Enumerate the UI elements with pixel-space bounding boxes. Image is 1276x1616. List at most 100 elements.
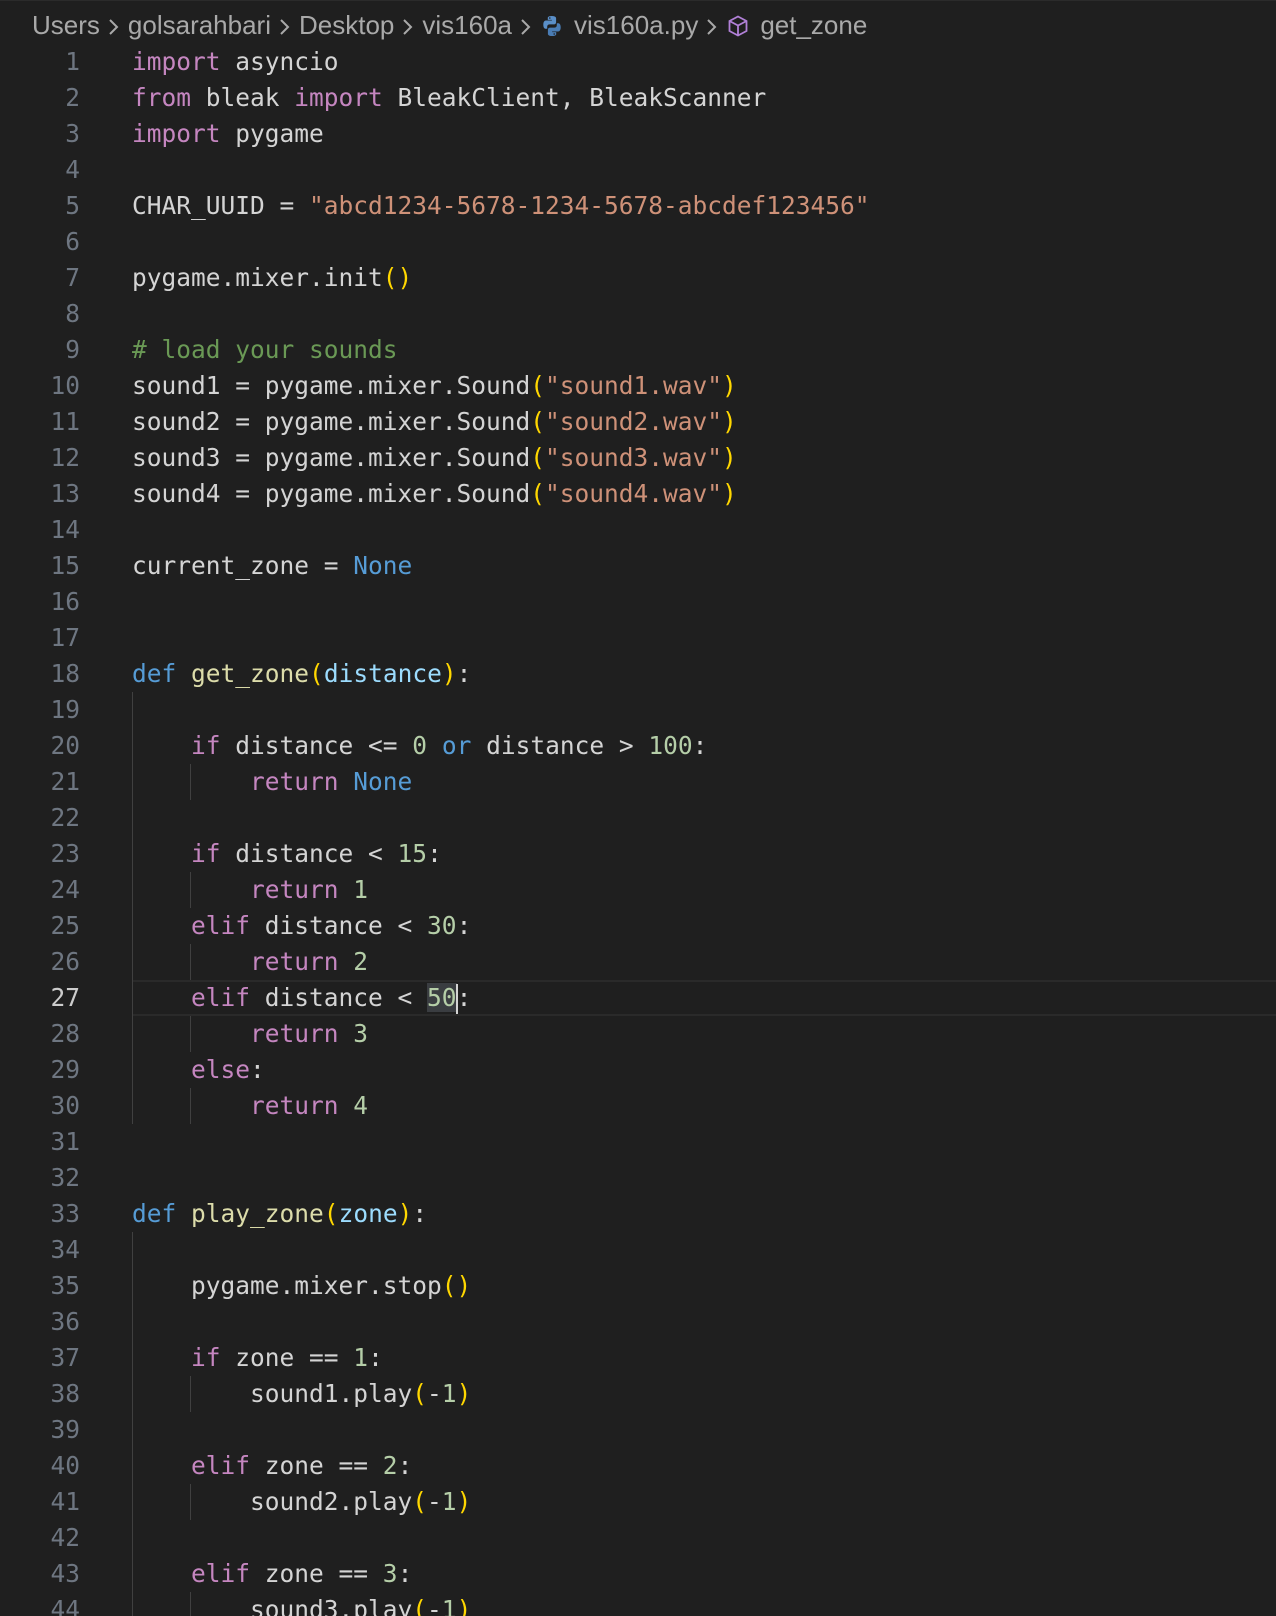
code-text: if zone == 1: (132, 1340, 383, 1376)
code-token: elif (191, 911, 251, 940)
method-cube-icon (726, 14, 750, 38)
code-line[interactable]: 10 sound1 = pygame.mixer.Sound("sound1.wa… (0, 368, 1276, 404)
code-text: sound2 = pygame.mixer.Sound("sound2.wav"… (132, 404, 737, 440)
code-token: current_zone = (132, 551, 354, 580)
line-number: 14 (50, 515, 80, 544)
code-line[interactable]: 24 return 1 (0, 872, 1276, 908)
code-token: : (412, 1199, 428, 1228)
chevron-right-icon (698, 10, 726, 41)
code-line[interactable]: 39 (0, 1412, 1276, 1448)
code-line[interactable]: 27 elif distance < 50: (0, 980, 1276, 1016)
code-token: ) (722, 443, 737, 472)
line-number: 2 (65, 83, 80, 112)
indent-guide (132, 800, 133, 836)
code-token: sound3 = pygame.mixer.Sound (132, 443, 531, 472)
code-token: ) (722, 371, 737, 400)
code-line[interactable]: 29 else: (0, 1052, 1276, 1088)
code-line[interactable]: 42 (0, 1520, 1276, 1556)
code-token: - (427, 1487, 442, 1516)
breadcrumb-item-folder[interactable]: vis160a (422, 10, 512, 41)
breadcrumb-item-file[interactable]: vis160a.py (540, 10, 698, 41)
code-line[interactable]: 16 (0, 584, 1276, 620)
code-editor[interactable]: Users golsarahbari Desktop vis160a vis16… (0, 0, 1276, 1616)
code-line[interactable]: 44 sound3.play(-1) (0, 1592, 1276, 1616)
line-number: 15 (50, 551, 80, 580)
code-line[interactable]: 30 return 4 (0, 1088, 1276, 1124)
code-line[interactable]: 35 pygame.mixer.stop() (0, 1268, 1276, 1304)
code-text: return 2 (132, 944, 368, 980)
code-line[interactable]: 6 (0, 224, 1276, 260)
code-line[interactable]: 14 (0, 512, 1276, 548)
line-number: 40 (50, 1451, 80, 1480)
breadcrumb-item-users[interactable]: Users (32, 10, 100, 41)
code-area[interactable]: 1 import asyncio 2 from bleak import BleakC… (0, 44, 1276, 1616)
code-line[interactable]: 32 (0, 1160, 1276, 1196)
code-line[interactable]: 4 (0, 152, 1276, 188)
code-token: : (397, 1559, 413, 1588)
code-line[interactable]: 43 elif zone == 3: (0, 1556, 1276, 1592)
code-text: CHAR_UUID = "abcd1234-5678-1234-5678-abc… (132, 188, 870, 224)
chevron-right-icon (100, 10, 128, 41)
code-line[interactable]: 11 sound2 = pygame.mixer.Sound("sound2.wa… (0, 404, 1276, 440)
line-number: 42 (50, 1523, 80, 1552)
line-number: 27 (50, 983, 80, 1012)
code-line[interactable]: 31 (0, 1124, 1276, 1160)
code-line[interactable]: 17 (0, 620, 1276, 656)
code-line[interactable]: 3 import pygame (0, 116, 1276, 152)
code-text: if distance <= 0 or distance > 100: (132, 728, 707, 764)
code-line[interactable]: 23 if distance < 15: (0, 836, 1276, 872)
line-number: 28 (50, 1019, 80, 1048)
line-number: 6 (65, 227, 80, 256)
code-line[interactable]: 26 return 2 (0, 944, 1276, 980)
code-token: distance (323, 659, 442, 688)
code-line[interactable]: 2 from bleak import BleakClient, BleakSca… (0, 80, 1276, 116)
code-token: ( (412, 1595, 428, 1616)
breadcrumb-item-desktop[interactable]: Desktop (299, 10, 394, 41)
code-line[interactable]: 33 def play_zone(zone): (0, 1196, 1276, 1232)
code-token: : (456, 983, 472, 1012)
line-number: 13 (50, 479, 80, 508)
code-line[interactable]: 25 elif distance < 30: (0, 908, 1276, 944)
code-token: else (191, 1055, 251, 1084)
code-line[interactable]: 15 current_zone = None (0, 548, 1276, 584)
code-line[interactable]: 36 (0, 1304, 1276, 1340)
code-line[interactable]: 13 sound4 = pygame.mixer.Sound("sound4.wa… (0, 476, 1276, 512)
breadcrumb-item-golsarahbari[interactable]: golsarahbari (128, 10, 271, 41)
code-line[interactable]: 34 (0, 1232, 1276, 1268)
code-token: elif (191, 1559, 251, 1588)
code-line[interactable]: 18 def get_zone(distance): (0, 656, 1276, 692)
code-line[interactable]: 19 (0, 692, 1276, 728)
code-token: ) (456, 1379, 472, 1408)
code-line[interactable]: 40 elif zone == 2: (0, 1448, 1276, 1484)
code-text: elif zone == 2: (132, 1448, 412, 1484)
line-number: 19 (50, 695, 80, 724)
code-line[interactable]: 7 pygame.mixer.init() (0, 260, 1276, 296)
code-line[interactable]: 8 (0, 296, 1276, 332)
code-token: zone (338, 1199, 398, 1228)
code-token: zone == (250, 1451, 383, 1480)
code-line[interactable]: 1 import asyncio (0, 44, 1276, 80)
code-line[interactable]: 20 if distance <= 0 or distance > 100: (0, 728, 1276, 764)
code-line[interactable]: 22 (0, 800, 1276, 836)
code-line[interactable]: 38 sound1.play(-1) (0, 1376, 1276, 1412)
code-line[interactable]: 12 sound3 = pygame.mixer.Sound("sound3.wa… (0, 440, 1276, 476)
code-text: sound2.play(-1) (132, 1484, 471, 1520)
line-number: 4 (65, 155, 80, 184)
code-line[interactable]: 21 return None (0, 764, 1276, 800)
code-token: 4 (353, 1091, 369, 1120)
code-text: import pygame (132, 116, 324, 152)
code-line[interactable]: 28 return 3 (0, 1016, 1276, 1052)
breadcrumb-item-symbol[interactable]: get_zone (726, 10, 867, 41)
code-text: elif distance < 50: (132, 980, 471, 1016)
code-line[interactable]: 5 CHAR_UUID = "abcd1234-5678-1234-5678-ab… (0, 188, 1276, 224)
code-line[interactable]: 9 # load your sounds (0, 332, 1276, 368)
code-line[interactable]: 41 sound2.play(-1) (0, 1484, 1276, 1520)
code-token: 15 (397, 839, 428, 868)
code-line[interactable]: 37 if zone == 1: (0, 1340, 1276, 1376)
breadcrumb-file-label: vis160a.py (574, 10, 699, 40)
chevron-right-icon (394, 10, 422, 41)
